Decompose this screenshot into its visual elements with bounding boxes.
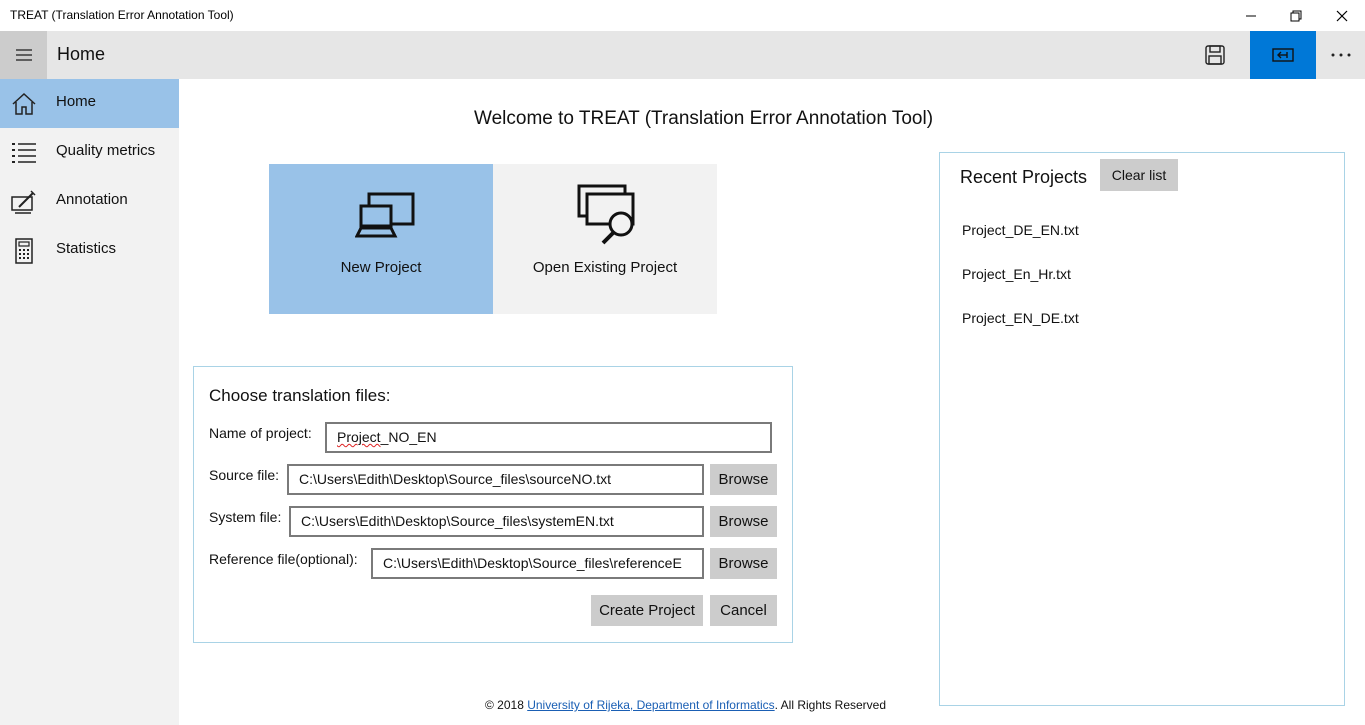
system-file-label: System file: bbox=[209, 509, 282, 525]
cancel-button[interactable]: Cancel bbox=[710, 595, 777, 626]
university-link[interactable]: University of Rijeka, Department of Info… bbox=[527, 698, 774, 712]
sidebar-item-quality-metrics[interactable]: Quality metrics bbox=[0, 128, 179, 177]
recent-projects-title: Recent Projects bbox=[960, 167, 1088, 187]
sidebar-item-label: Home bbox=[56, 93, 97, 110]
clear-list-button[interactable]: Clear list bbox=[1100, 159, 1178, 191]
exit-project-button[interactable] bbox=[1250, 31, 1316, 79]
reference-file-label: Reference file(optional): bbox=[209, 551, 358, 567]
new-project-label: New Project bbox=[340, 259, 422, 276]
browse-system-button[interactable]: Browse bbox=[710, 506, 777, 537]
new-project-icon bbox=[355, 192, 415, 238]
open-existing-project-tile[interactable]: Open Existing Project bbox=[493, 164, 717, 314]
minimize-icon bbox=[1246, 15, 1256, 16]
restore-icon bbox=[1290, 10, 1302, 21]
restore-button[interactable] bbox=[1273, 0, 1319, 31]
more-icon bbox=[1331, 53, 1350, 57]
sidebar-item-annotation[interactable]: Annotation bbox=[0, 177, 179, 226]
page-title: Home bbox=[57, 44, 106, 64]
save-button[interactable] bbox=[1180, 31, 1250, 79]
translation-files-panel: Choose translation files: Name of projec… bbox=[193, 366, 793, 643]
project-name-value-rest: _NO_EN bbox=[380, 429, 437, 445]
save-icon bbox=[1205, 45, 1225, 65]
sidebar-item-label: Quality metrics bbox=[56, 142, 156, 159]
recent-project-item[interactable]: Project_En_Hr.txt bbox=[962, 266, 1071, 282]
project-name-input[interactable]: Project_NO_EN bbox=[325, 422, 772, 453]
new-project-tile[interactable]: New Project bbox=[269, 164, 493, 314]
footer-copyright: © 2018 bbox=[485, 698, 528, 712]
sidebar-item-statistics[interactable]: Statistics bbox=[0, 226, 179, 275]
open-project-icon bbox=[577, 184, 635, 245]
list-icon bbox=[12, 143, 36, 163]
title-bar: TREAT (Translation Error Annotation Tool… bbox=[0, 0, 1365, 31]
recent-projects-panel: Recent Projects Clear list Project_DE_EN… bbox=[939, 152, 1345, 706]
source-file-label: Source file: bbox=[209, 467, 280, 483]
sidebar-item-home[interactable]: Home bbox=[0, 79, 179, 128]
footer-rights: . All Rights Reserved bbox=[774, 698, 887, 712]
hamburger-icon bbox=[15, 49, 32, 61]
app-bar: Home bbox=[0, 31, 1365, 79]
system-file-input[interactable]: C:\Users\Edith\Desktop\Source_files\syst… bbox=[289, 506, 704, 537]
exit-icon bbox=[1272, 48, 1294, 62]
reference-file-input[interactable]: C:\Users\Edith\Desktop\Source_files\refe… bbox=[371, 548, 704, 579]
sidebar: Home Quality metrics Annotation Statisti… bbox=[0, 79, 179, 725]
open-existing-project-label: Open Existing Project bbox=[532, 259, 678, 276]
calculator-icon bbox=[15, 238, 33, 264]
project-name-label: Name of project: bbox=[209, 425, 312, 441]
recent-project-item[interactable]: Project_EN_DE.txt bbox=[962, 310, 1079, 326]
panel-title: Choose translation files: bbox=[209, 386, 391, 405]
footer: © 2018 University of Rijeka, Department … bbox=[485, 698, 886, 712]
source-file-input[interactable]: C:\Users\Edith\Desktop\Source_files\sour… bbox=[287, 464, 704, 495]
project-name-value-misspelled: Project bbox=[337, 429, 381, 445]
sidebar-item-label: Statistics bbox=[56, 240, 117, 257]
window-title: TREAT (Translation Error Annotation Tool… bbox=[10, 8, 234, 22]
annotation-icon bbox=[11, 190, 36, 214]
close-icon bbox=[1336, 10, 1348, 21]
sidebar-item-label: Annotation bbox=[56, 191, 128, 208]
browse-source-button[interactable]: Browse bbox=[710, 464, 777, 495]
create-project-button[interactable]: Create Project bbox=[591, 595, 703, 626]
more-options-button[interactable] bbox=[1316, 31, 1365, 79]
close-button[interactable] bbox=[1319, 0, 1365, 31]
browse-reference-button[interactable]: Browse bbox=[710, 548, 777, 579]
hamburger-button[interactable] bbox=[0, 31, 47, 79]
minimize-button[interactable] bbox=[1228, 0, 1274, 31]
recent-project-item[interactable]: Project_DE_EN.txt bbox=[962, 222, 1079, 238]
welcome-heading: Welcome to TREAT (Translation Error Anno… bbox=[474, 108, 934, 129]
home-icon bbox=[12, 92, 36, 115]
